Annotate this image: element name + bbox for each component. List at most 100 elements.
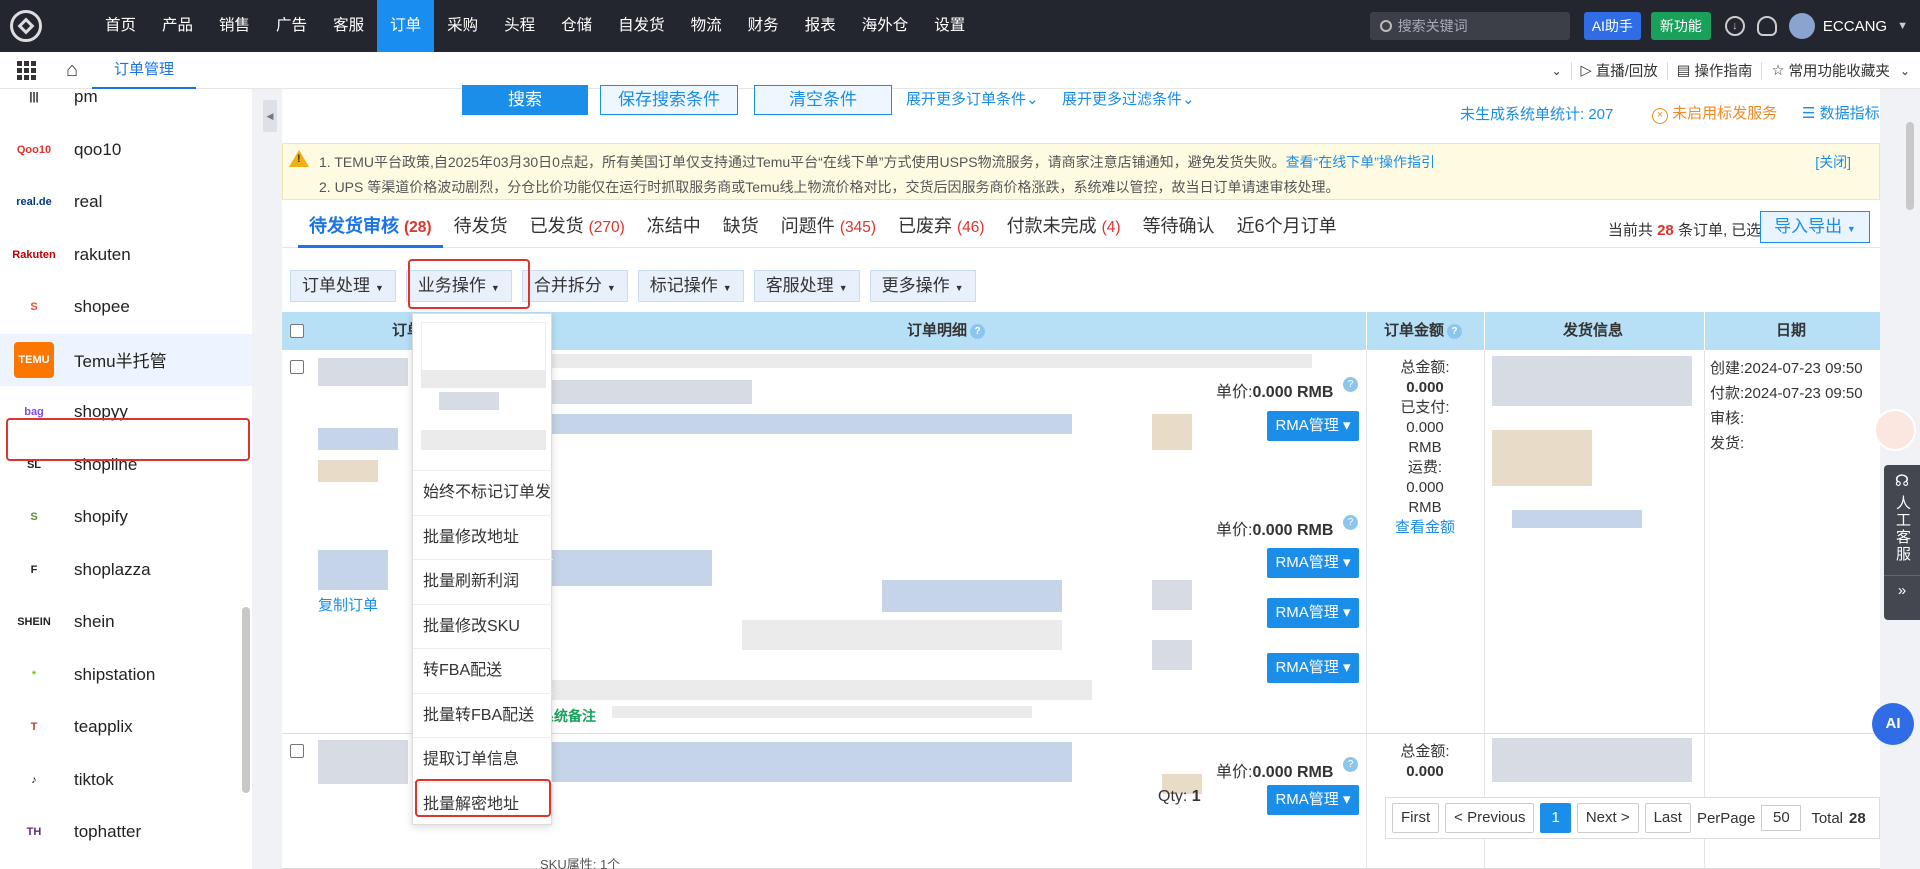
ai-float-button[interactable]: AI [1872, 703, 1914, 745]
avatar[interactable] [1788, 13, 1815, 39]
tab-status[interactable]: 冻结中 [636, 208, 712, 248]
nav-item[interactable]: 报表 [792, 0, 849, 52]
nav-item[interactable]: 销售 [206, 0, 263, 52]
app-logo[interactable] [0, 0, 52, 52]
rma-button[interactable]: RMA管理 ▾ [1267, 653, 1359, 683]
online-order-guide-link[interactable]: 查看“在线下单”操作指引 [1286, 154, 1435, 170]
sidebar-item-platform[interactable]: * shipstation [0, 649, 252, 702]
unlabeled-service-link[interactable]: × 未启用标发服务 [1652, 102, 1777, 124]
not-generated-stat[interactable]: 未生成系统单统计: 207 [1460, 103, 1613, 124]
nav-item[interactable]: 广告 [263, 0, 320, 52]
nav-item[interactable]: 设置 [921, 0, 978, 52]
global-search-input[interactable]: 搜索关键词 [1369, 12, 1570, 40]
chevron-down-icon[interactable]: ⌄ [1900, 64, 1910, 78]
search-button[interactable]: 搜索 [462, 85, 588, 115]
nav-item[interactable]: 采购 [434, 0, 491, 52]
sidebar-item-platform[interactable]: TEMU Temu半托管 [0, 333, 252, 386]
last-page-button[interactable]: Last [1644, 803, 1691, 833]
previous-page-button[interactable]: < Previous [1445, 803, 1535, 833]
sidebar-scrollbar[interactable] [242, 607, 250, 793]
nav-item[interactable]: 首页 [92, 0, 149, 52]
sidebar-item-platform[interactable]: Sshopify [0, 491, 252, 544]
tab-order-management[interactable]: 订单管理 [92, 52, 197, 89]
tab-status[interactable]: 等待确认 [1132, 208, 1226, 248]
sidebar-item-platform[interactable]: Sshopee [0, 281, 252, 334]
current-page-button[interactable]: 1 [1540, 803, 1571, 833]
new-features-button[interactable]: 新功能 [1650, 12, 1711, 40]
data-metrics-link[interactable]: ☰ 数据指标 [1802, 102, 1880, 123]
nav-item[interactable]: 海外仓 [849, 0, 922, 52]
action-dropdown-button[interactable]: 合并拆分 ▼ [521, 270, 628, 302]
nav-item[interactable]: 仓储 [548, 0, 605, 52]
expand-filter-conditions-link[interactable]: 展开更多过滤条件⌄ [1062, 89, 1195, 119]
action-dropdown-button[interactable]: 客服处理 ▼ [753, 270, 860, 302]
expand-order-conditions-link[interactable]: 展开更多订单条件⌄ [906, 89, 1039, 119]
sidebar-collapse-button[interactable]: ◀ [263, 100, 277, 132]
tab-status[interactable]: 待发货审核 (28) [298, 208, 443, 248]
ai-assistant-button[interactable]: AI助手 [1583, 12, 1641, 40]
sidebar-item-platform[interactable]: Rakuten rakuten [0, 229, 252, 282]
help-icon[interactable]: ? [1343, 515, 1358, 530]
human-service-button[interactable]: ☊ 人工客服 » [1884, 465, 1920, 620]
dropdown-item[interactable]: 批量刷新利润 [413, 559, 553, 602]
nav-item[interactable]: 产品 [149, 0, 206, 52]
copy-order-link[interactable]: 复制订单 [318, 594, 378, 615]
nav-item[interactable]: 客服 [320, 0, 377, 52]
sidebar-item-platform[interactable]: ||| pm [0, 89, 252, 124]
page-scrollbar[interactable] [1906, 122, 1914, 210]
headset-icon[interactable] [1756, 16, 1777, 36]
sidebar-item-platform[interactable]: TH tophatter [0, 806, 252, 859]
favorites-link[interactable]: 常用功能收藏夹 [1788, 60, 1890, 81]
rma-button[interactable]: RMA管理 ▾ [1267, 598, 1359, 628]
dropdown-item[interactable]: 转FBA配送 [413, 648, 553, 691]
rma-button[interactable]: RMA管理 ▾ [1267, 411, 1359, 441]
help-icon[interactable]: ? [970, 323, 986, 339]
tab-status[interactable]: 缺货 [712, 208, 770, 248]
clear-conditions-button[interactable]: 清空条件 [754, 85, 892, 115]
dropdown-item[interactable]: 始终不标记订单发 [413, 470, 553, 513]
first-page-button[interactable]: First [1392, 803, 1440, 833]
apps-grid-icon[interactable] [0, 60, 52, 80]
rma-button[interactable]: RMA管理 ▾ [1267, 785, 1359, 815]
action-dropdown-button[interactable]: 更多操作 ▼ [869, 270, 976, 302]
row-checkbox[interactable] [290, 360, 304, 374]
dropdown-item[interactable]: 提取订单信息 [413, 737, 553, 780]
tab-status[interactable]: 已废弃 (46) [887, 208, 996, 248]
help-icon[interactable]: ? [1343, 757, 1358, 772]
nav-item[interactable]: 物流 [678, 0, 735, 52]
notice-close-link[interactable]: [关闭] [1815, 152, 1851, 172]
action-dropdown-button[interactable]: 订单处理 ▼ [290, 270, 396, 302]
perpage-input[interactable]: 50 [1761, 805, 1802, 831]
help-icon[interactable]: ? [1343, 377, 1358, 392]
select-all-checkbox[interactable] [290, 324, 304, 338]
nav-item[interactable]: 自发货 [605, 0, 678, 52]
dropdown-item[interactable]: 批量修改SKU [413, 603, 553, 647]
chevron-down-icon[interactable]: ▼ [1897, 20, 1908, 32]
dropdown-item[interactable]: 批量修改地址 [413, 514, 553, 558]
double-chevron-right-icon[interactable]: » [1884, 575, 1920, 600]
sidebar-item-platform[interactable]: SHEIN shein [0, 596, 252, 649]
assistant-avatar[interactable] [1874, 409, 1916, 451]
view-amount-link[interactable]: 查看金额 [1379, 518, 1471, 538]
import-export-button[interactable]: 导入导出 ▼ [1760, 211, 1870, 243]
tab-status[interactable]: 近6个月订单 [1226, 208, 1348, 248]
sidebar-item-platform[interactable]: ♪ tiktok [0, 754, 252, 807]
sidebar-item-platform[interactable]: real.de real [0, 176, 252, 229]
row-checkbox[interactable] [290, 744, 304, 758]
sidebar-item-platform[interactable]: Fshoplazza [0, 544, 252, 597]
chevron-down-icon[interactable]: ⌄ [1551, 64, 1561, 78]
tab-status[interactable]: 付款未完成 (4) [996, 208, 1132, 248]
user-name[interactable]: ECCANG [1823, 18, 1887, 35]
nav-item[interactable]: 头程 [491, 0, 548, 52]
tab-status[interactable]: 问题件 (345) [770, 208, 887, 248]
home-icon[interactable]: ⌂ [52, 59, 92, 82]
download-icon[interactable]: ↓ [1724, 16, 1745, 36]
tab-status[interactable]: 已发货 (270) [519, 208, 636, 248]
help-icon[interactable]: ? [1447, 323, 1463, 339]
action-dropdown-button[interactable]: 标记操作 ▼ [637, 270, 744, 302]
dropdown-item-redacted[interactable] [421, 322, 546, 372]
sidebar-item-platform[interactable]: Qoo10 qoo10 [0, 124, 252, 177]
save-search-button[interactable]: 保存搜索条件 [600, 85, 738, 115]
next-page-button[interactable]: Next > [1576, 803, 1639, 833]
live-replay-link[interactable]: 直播/回放 [1596, 60, 1658, 81]
